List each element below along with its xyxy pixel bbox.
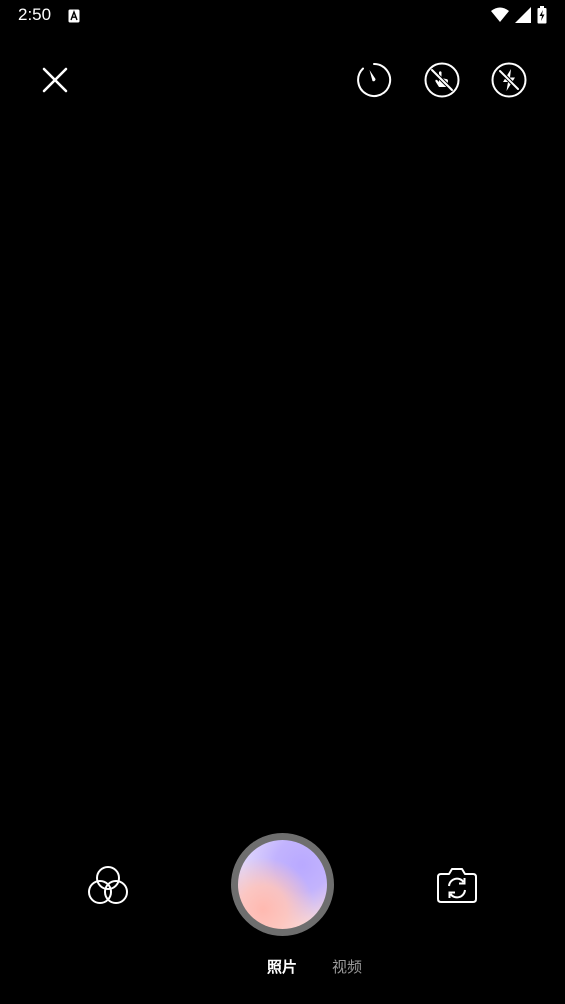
status-time: 2:50 <box>18 5 52 24</box>
timer-icon <box>357 62 392 97</box>
mode-tab-video[interactable]: 视频 <box>332 956 362 977</box>
battery-charging-icon <box>537 6 547 28</box>
switch-camera-icon <box>437 868 477 903</box>
shutter-inner <box>238 840 327 929</box>
close-button[interactable] <box>35 60 75 100</box>
timer-button[interactable] <box>356 62 392 98</box>
status-icons <box>491 6 547 28</box>
close-icon <box>42 67 68 93</box>
camera-viewfinder[interactable] <box>0 120 565 820</box>
cellular-signal-icon <box>515 7 531 27</box>
mode-tab-photo[interactable]: 照片 <box>267 956 297 977</box>
shutter-button[interactable] <box>231 833 334 936</box>
touch-capture-off-icon <box>424 62 460 98</box>
wifi-icon <box>491 7 509 27</box>
status-bar: 2:50 <box>0 0 565 32</box>
flash-off-icon <box>491 62 527 98</box>
filter-button[interactable] <box>84 862 132 908</box>
flash-button[interactable] <box>491 62 527 98</box>
touch-capture-button[interactable] <box>424 62 460 98</box>
switch-camera-button[interactable] <box>434 864 480 906</box>
app-notification-icon <box>68 8 80 27</box>
filter-icon <box>88 866 128 904</box>
